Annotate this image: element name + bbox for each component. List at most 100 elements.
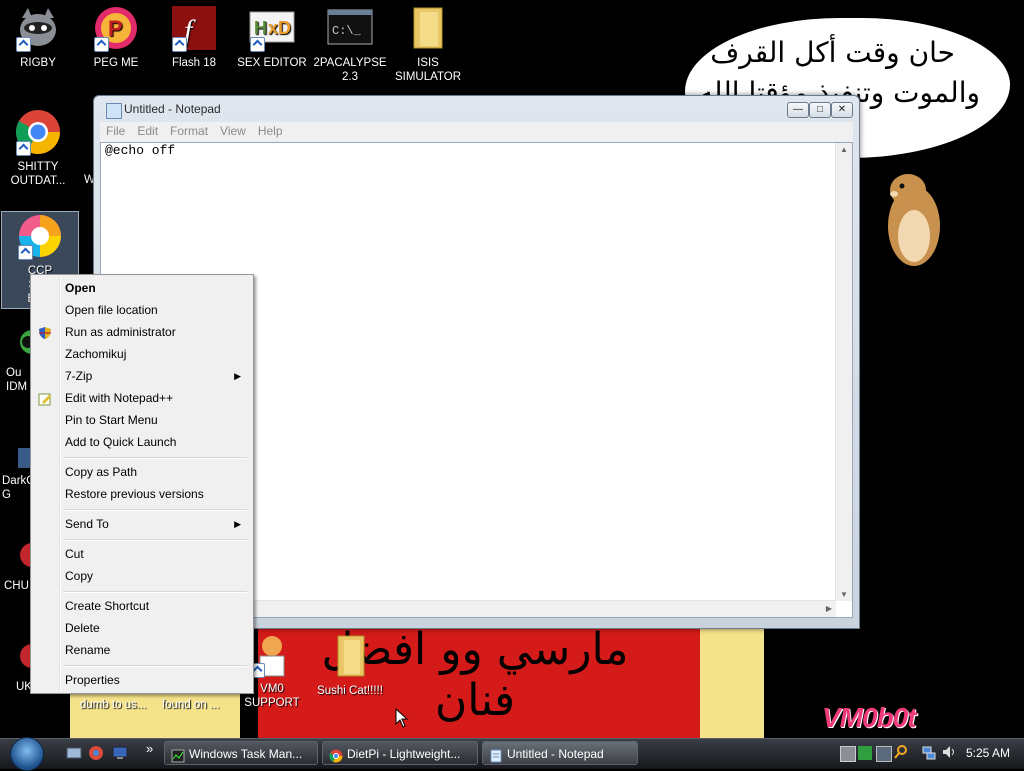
notepad-title: Untitled - Notepad (124, 102, 221, 116)
folder-icon (326, 632, 374, 680)
menu-item-pin-start[interactable]: Pin to Start Menu (33, 409, 249, 431)
menu-item-restore-versions[interactable]: Restore previous versions (33, 483, 249, 505)
context-menu: Open Open file location Run as administr… (30, 274, 254, 694)
menu-separator (63, 665, 247, 667)
desktop-icon-label: Flash 18 (171, 57, 217, 69)
menu-format[interactable]: Format (164, 122, 214, 138)
menu-item-label: Cut (65, 547, 84, 561)
volume-icon[interactable] (942, 745, 956, 759)
menu-item-label: Copy as Path (65, 465, 138, 479)
menu-item-copy[interactable]: Copy (33, 565, 249, 587)
taskbar-button-label: Untitled - Notepad (507, 747, 604, 761)
menu-item-label: Add to Quick Launch (65, 435, 177, 449)
submenu-arrow-icon: ▶ (234, 371, 241, 381)
desktop-icon-label: Sushi Cat!!!!! (317, 685, 383, 697)
menu-view[interactable]: View (214, 122, 252, 138)
scroll-right-arrow-icon[interactable]: ▶ (826, 604, 832, 613)
notepad-icon (489, 747, 503, 763)
clock[interactable]: 5:25 AM (966, 746, 1010, 760)
hamster-image (878, 166, 948, 270)
menu-item-rename[interactable]: Rename (33, 639, 249, 661)
taskbar-button-label: DietPi - Lightweight... (347, 747, 461, 761)
flash-icon: f (170, 4, 218, 52)
vertical-scrollbar[interactable]: ▲ ▼ (835, 143, 852, 601)
scroll-up-arrow-icon[interactable]: ▲ (840, 145, 848, 154)
menu-item-delete[interactable]: Delete (33, 617, 249, 639)
close-button[interactable]: ✕ (831, 102, 853, 118)
desktop-icon-2pacalypse[interactable]: C:\_ 2PACALYPSE 2.3 (312, 4, 388, 84)
tray-green-icon[interactable] (858, 746, 872, 760)
desktop-icon-rigby[interactable]: RIGBY (0, 4, 76, 70)
tray-search-icon[interactable] (894, 745, 908, 759)
shield-icon (38, 325, 52, 339)
menu-item-cut[interactable]: Cut (33, 543, 249, 565)
windows-logo-icon (10, 737, 44, 771)
desktop-icon-peg-me[interactable]: P PEG ME (78, 4, 154, 70)
menu-item-label: 7-Zip (65, 369, 93, 383)
menu-item-properties[interactable]: Properties (33, 669, 249, 691)
tray-app-icon[interactable] (840, 746, 856, 762)
desktop-icon-flash[interactable]: f Flash 18 (156, 4, 232, 70)
desktop-icon-isis-simulator[interactable]: ISIS SIMULATOR (390, 4, 466, 84)
desktop-icon-label: ISIS SIMULATOR (394, 57, 462, 83)
desktop-partial-label: dumb to us... (80, 699, 147, 711)
scroll-down-arrow-icon[interactable]: ▼ (840, 590, 848, 599)
menu-item-label: Open (65, 281, 96, 295)
menu-item-create-shortcut[interactable]: Create Shortcut (33, 595, 249, 617)
menu-item-open[interactable]: Open (33, 277, 249, 299)
submenu-arrow-icon: ▶ (234, 519, 241, 529)
taskbar-button-label: Windows Task Man... (189, 747, 303, 761)
menu-item-copy-as-path[interactable]: Copy as Path (33, 461, 249, 483)
chrome-icon (14, 108, 62, 156)
desktop-partial-label: found on ... (162, 699, 220, 711)
network-icon[interactable] (922, 746, 936, 760)
menu-item-label: Edit with Notepad++ (65, 391, 174, 405)
taskbar-button-task-manager[interactable]: Windows Task Man... (164, 741, 318, 765)
menu-help[interactable]: Help (252, 122, 289, 138)
menu-edit[interactable]: Edit (131, 122, 164, 138)
svg-text:H: H (254, 18, 267, 38)
menu-file[interactable]: File (100, 122, 131, 138)
taskbar-button-dietpi[interactable]: DietPi - Lightweight... (322, 741, 478, 765)
menu-separator (63, 539, 247, 541)
desktop-icon-chrome[interactable]: SHITTY OUTDAT... (0, 108, 76, 188)
svg-text:P: P (108, 16, 123, 41)
vm0b0t-watermark: VM0b0t (822, 702, 917, 733)
desktop-icon-label: RIGBY (20, 57, 56, 69)
menu-item-quick-launch[interactable]: Add to Quick Launch (33, 431, 249, 453)
notepad-titlebar[interactable]: Untitled - Notepad — □ ✕ (94, 96, 859, 124)
taskbar-button-notepad[interactable]: Untitled - Notepad (482, 741, 638, 765)
desktop-icon-sex-editor[interactable]: HxD SEX EDITOR (234, 4, 310, 70)
hxd-icon: HxD (248, 4, 296, 52)
show-desktop-icon[interactable] (66, 745, 82, 761)
monitor-quicklaunch-icon[interactable] (112, 745, 128, 761)
minimize-button[interactable]: — (787, 102, 809, 118)
menu-item-label: Send To (65, 517, 109, 531)
menu-separator (63, 457, 247, 459)
desktop-icon-sushi-cat[interactable]: Sushi Cat!!!!! (312, 632, 388, 698)
maximize-button[interactable]: □ (809, 102, 831, 118)
menu-item-label: Open file location (65, 303, 158, 317)
task-manager-icon (171, 747, 185, 763)
menu-item-zachomikuj[interactable]: Zachomikuj (33, 343, 249, 365)
browser-quicklaunch-icon[interactable] (88, 745, 104, 761)
console-icon: C:\_ (326, 4, 374, 52)
menu-item-run-as-admin[interactable]: Run as administrator (33, 321, 249, 343)
svg-text:xD: xD (268, 18, 291, 38)
support-person-icon (248, 630, 296, 678)
menu-item-send-to[interactable]: Send To ▶ (33, 513, 249, 535)
menu-item-edit-notepadpp[interactable]: Edit with Notepad++ (33, 387, 249, 409)
notepad-icon (106, 103, 122, 119)
folder-icon (404, 4, 452, 52)
menu-item-label: Zachomikuj (65, 347, 127, 361)
desktop-icon-label: 2PACALYPSE 2.3 (313, 57, 387, 83)
menu-item-label: Properties (65, 673, 120, 687)
menu-item-7zip[interactable]: 7-Zip ▶ (33, 365, 249, 387)
menu-item-label: Delete (65, 621, 100, 635)
tray-grid-icon[interactable] (876, 746, 892, 762)
quicklaunch-overflow-chevron[interactable]: » (146, 741, 153, 756)
desktop-icon-label: SEX EDITOR (237, 57, 307, 69)
bubble-text-line1: حان وقت أكل القرف (710, 36, 955, 69)
start-button[interactable] (7, 737, 47, 771)
menu-item-open-file-location[interactable]: Open file location (33, 299, 249, 321)
